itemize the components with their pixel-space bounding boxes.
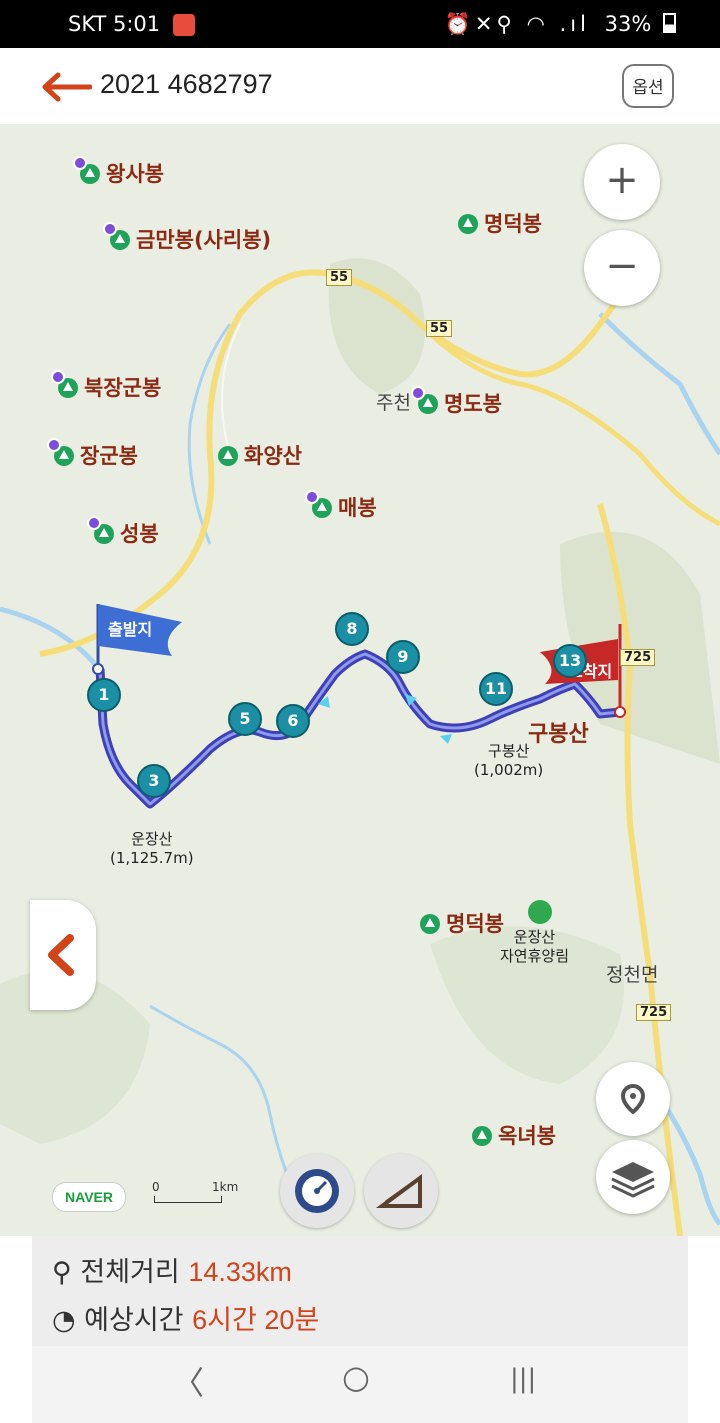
distance-row: ⚲ 전체거리 14.33km <box>52 1250 292 1289</box>
mountain-icon <box>87 516 114 544</box>
mountain-icon <box>305 490 332 518</box>
peak-janggunbong: 장군봉 <box>47 438 138 470</box>
waypoint-marker[interactable]: 9 <box>386 640 420 674</box>
waypoint-marker[interactable]: 1 <box>87 678 121 712</box>
waypoint-marker[interactable]: 13 <box>553 644 587 678</box>
peak-maebong: 매봉 <box>305 490 377 522</box>
speedometer-icon <box>295 1169 339 1213</box>
start-flag-label: 출발지 <box>108 620 153 639</box>
clock-icon: ◔ <box>52 1305 76 1336</box>
peak-myeongdeokbong-bottom: 명덕봉 <box>420 908 504 938</box>
waypoint-marker[interactable]: 3 <box>137 764 171 798</box>
mountain-icon <box>472 1126 492 1146</box>
my-location-button[interactable] <box>596 1062 670 1136</box>
forest-label: 운장산 자연휴양림 <box>500 928 570 965</box>
time-label: 예상시간 <box>84 1305 184 1336</box>
peak-seongbong: 성봉 <box>87 516 159 548</box>
scale-bar <box>154 1196 222 1203</box>
elevation-icon <box>375 1174 422 1208</box>
mountain-icon <box>420 914 440 934</box>
status-left: SKT 5:01 <box>68 12 195 36</box>
map-scale: 0 1km <box>150 1180 250 1210</box>
road-725-b: 725 <box>636 1004 672 1021</box>
waypoint-marker[interactable]: 5 <box>228 702 262 736</box>
distance-icon: ⚲ <box>52 1257 72 1288</box>
status-right: ⏰✕⚲ ◠ .ıl 33% <box>445 12 676 37</box>
time-row: ◔ 예상시간 6시간 20분 <box>52 1298 319 1337</box>
scale-zero: 0 <box>152 1180 160 1194</box>
peak-myeongdeokbong-top: 명덕봉 <box>458 208 542 238</box>
status-icons: ⏰✕⚲ ◠ .ıl <box>444 12 590 36</box>
peak-bukjanggunbong: 북장군봉 <box>51 370 161 402</box>
mountain-icon <box>103 222 130 250</box>
battery-percent: 33% <box>604 12 652 36</box>
layers-icon <box>611 1162 655 1198</box>
waypoint-marker[interactable]: 11 <box>479 672 513 706</box>
waypoint-marker[interactable]: 6 <box>276 704 310 738</box>
header: 2021 4682797 옵션 <box>0 48 720 127</box>
speedometer-button[interactable] <box>280 1154 354 1228</box>
map-view[interactable]: 출발지 도착지 왕사봉 금만봉(사리봉) 명덕봉 북장군봉 주천 명도봉 장군봉… <box>0 124 720 1236</box>
distance-value: 14.33km <box>188 1257 292 1287</box>
back-arrow-icon[interactable] <box>40 72 92 102</box>
peak-myeongdobong: 명도봉 <box>411 386 502 418</box>
layers-button[interactable] <box>596 1140 670 1214</box>
mountain-icon <box>218 446 238 466</box>
carrier-time: SKT 5:01 <box>68 12 161 36</box>
road-55-b: 55 <box>426 320 453 337</box>
peak-oknyeobong: 옥녀봉 <box>472 1120 556 1150</box>
battery-icon <box>663 13 676 33</box>
time-value: 6시간 20분 <box>192 1305 320 1335</box>
naver-logo: NAVER <box>52 1182 126 1212</box>
mountain-icon <box>73 156 100 184</box>
nav-back-button[interactable]: 〈 <box>172 1358 204 1404</box>
zoom-out-button[interactable]: − <box>584 230 660 306</box>
mountain-icon <box>47 438 74 466</box>
mountain-icon <box>411 386 438 414</box>
place-jucheon: 주천 <box>376 392 411 414</box>
unjangsan-label: 운장산 (1,125.7m) <box>110 830 194 867</box>
side-panel-toggle[interactable] <box>30 900 96 1010</box>
road-725-a: 725 <box>620 649 656 666</box>
mountain-icon <box>458 214 478 234</box>
route-info-panel: ⚲ 전체거리 14.33km ◔ 예상시간 6시간 20분 <box>32 1236 688 1346</box>
scale-label: 1km <box>212 1180 239 1194</box>
elevation-profile-button[interactable] <box>364 1154 438 1228</box>
chevron-left-icon <box>48 934 74 976</box>
waypoint-marker[interactable]: 8 <box>335 612 369 646</box>
gubongsan-label: 구봉산 (1,002m) <box>474 742 544 779</box>
status-bar: SKT 5:01 ⏰✕⚲ ◠ .ıl 33% <box>0 0 720 48</box>
nav-home-button[interactable]: ○ <box>342 1358 370 1396</box>
location-pin-icon <box>620 1083 646 1115</box>
peak-geummanbong: 금만봉(사리봉) <box>103 222 271 254</box>
peak-wangsabong: 왕사봉 <box>73 156 164 188</box>
option-button[interactable]: 옵션 <box>622 64 674 108</box>
peak-hwayangsan: 화양산 <box>218 440 302 470</box>
mountain-icon <box>51 370 78 398</box>
road-55-a: 55 <box>326 269 353 286</box>
zoom-in-button[interactable]: + <box>584 144 660 220</box>
page-title: 2021 4682797 <box>100 69 273 99</box>
system-nav-bar: 〈 ○ ||| <box>32 1346 688 1423</box>
nav-recents-button[interactable]: ||| <box>510 1364 536 1394</box>
distance-label: 전체거리 <box>80 1257 180 1288</box>
app-notification-icon <box>172 14 195 36</box>
leaf-icon <box>528 900 552 924</box>
place-jeongcheon: 정천면 <box>606 964 659 986</box>
